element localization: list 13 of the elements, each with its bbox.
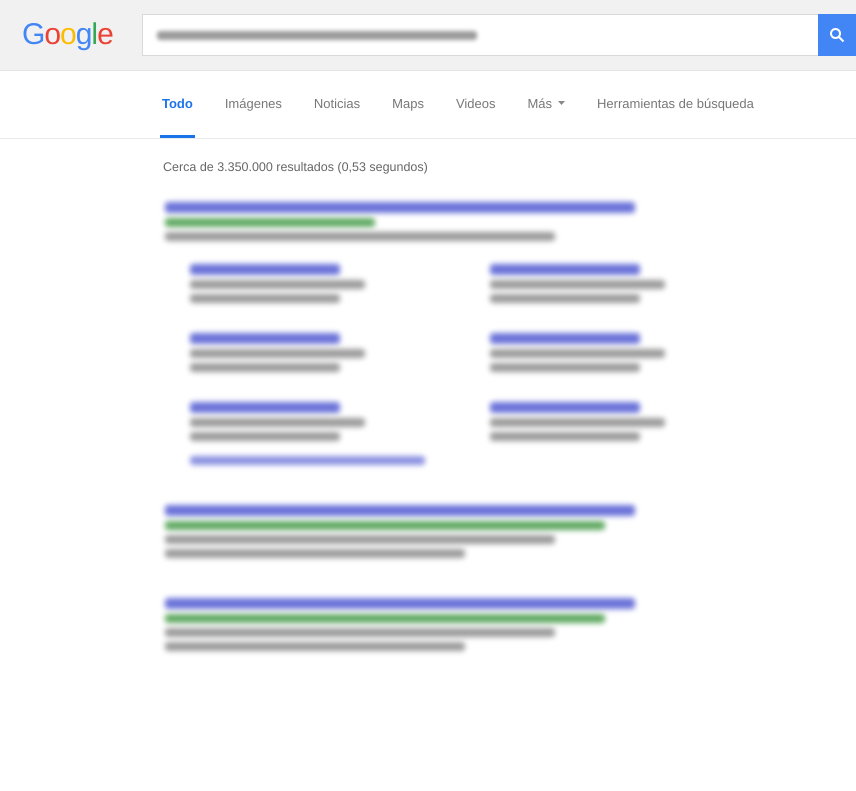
search-tab[interactable]: Imágenes xyxy=(222,71,284,138)
search-tab[interactable]: Maps xyxy=(390,71,426,138)
google-logo[interactable]: Google xyxy=(22,18,142,52)
search-tab[interactable]: Noticias xyxy=(312,71,362,138)
search-tab[interactable]: Todo xyxy=(160,71,195,138)
search-field[interactable] xyxy=(142,14,818,56)
search-button[interactable] xyxy=(818,14,856,56)
search-tab[interactable]: Herramientas de búsqueda xyxy=(595,71,756,138)
caret-icon xyxy=(558,101,566,105)
more-menu[interactable]: Más xyxy=(525,71,568,138)
search-icon xyxy=(829,27,845,43)
result-stats: Cerca de 3.350.000 resultados (0,53 segundos) xyxy=(163,160,428,174)
search-tab[interactable]: Videos xyxy=(454,71,498,138)
